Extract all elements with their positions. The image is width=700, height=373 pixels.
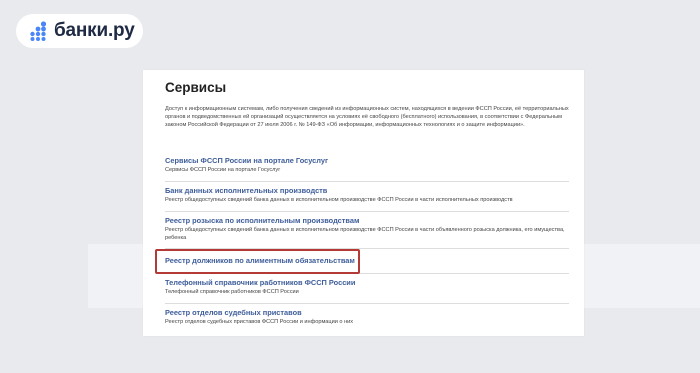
service-desc-phone-directory: Телефонный справочник работников ФССП Ро… bbox=[165, 289, 299, 295]
service-desc-gosuslugi: Сервисы ФССП России на портале Госуслуг bbox=[165, 167, 281, 173]
service-item-bailiff-departments: Реестр отделов судебных приставов Реестр… bbox=[165, 308, 569, 326]
service-link-search-registry[interactable]: Реестр розыска по исполнительным произво… bbox=[165, 216, 569, 226]
service-link-bank-data[interactable]: Банк данных исполнительных производств bbox=[165, 186, 569, 196]
service-item-bank-data: Банк данных исполнительных производств Р… bbox=[165, 186, 569, 204]
divider bbox=[165, 211, 569, 212]
background-band-right bbox=[584, 244, 700, 308]
service-item-gosuslugi: Сервисы ФССП России на портале Госуслуг … bbox=[165, 156, 569, 174]
service-link-phone-directory[interactable]: Телефонный справочник работников ФССП Ро… bbox=[165, 278, 569, 288]
divider bbox=[165, 303, 569, 304]
services-panel: Сервисы Доступ к информационным системам… bbox=[143, 70, 584, 336]
service-desc-search-registry: Реестр общедоступных сведений банка данн… bbox=[165, 227, 565, 241]
page-title: Сервисы bbox=[165, 80, 227, 95]
service-link-bailiff-departments[interactable]: Реестр отделов судебных приставов bbox=[165, 308, 569, 318]
brand-name: банки.ру bbox=[54, 20, 135, 41]
service-desc-bank-data: Реестр общедоступных сведений банка данн… bbox=[165, 197, 513, 203]
logo-dots-icon bbox=[30, 21, 47, 41]
brand-logo[interactable]: банки.ру bbox=[16, 14, 143, 48]
service-item-phone-directory: Телефонный справочник работников ФССП Ро… bbox=[165, 278, 569, 296]
service-desc-bailiff-departments: Реестр отделов судебных приставов ФССП Р… bbox=[165, 319, 354, 325]
intro-text: Доступ к информационным системам, либо п… bbox=[165, 106, 569, 129]
service-link-gosuslugi[interactable]: Сервисы ФССП России на портале Госуслуг bbox=[165, 156, 569, 166]
service-item-search-registry: Реестр розыска по исполнительным произво… bbox=[165, 216, 569, 242]
highlight-frame bbox=[155, 249, 360, 274]
divider bbox=[165, 181, 569, 182]
